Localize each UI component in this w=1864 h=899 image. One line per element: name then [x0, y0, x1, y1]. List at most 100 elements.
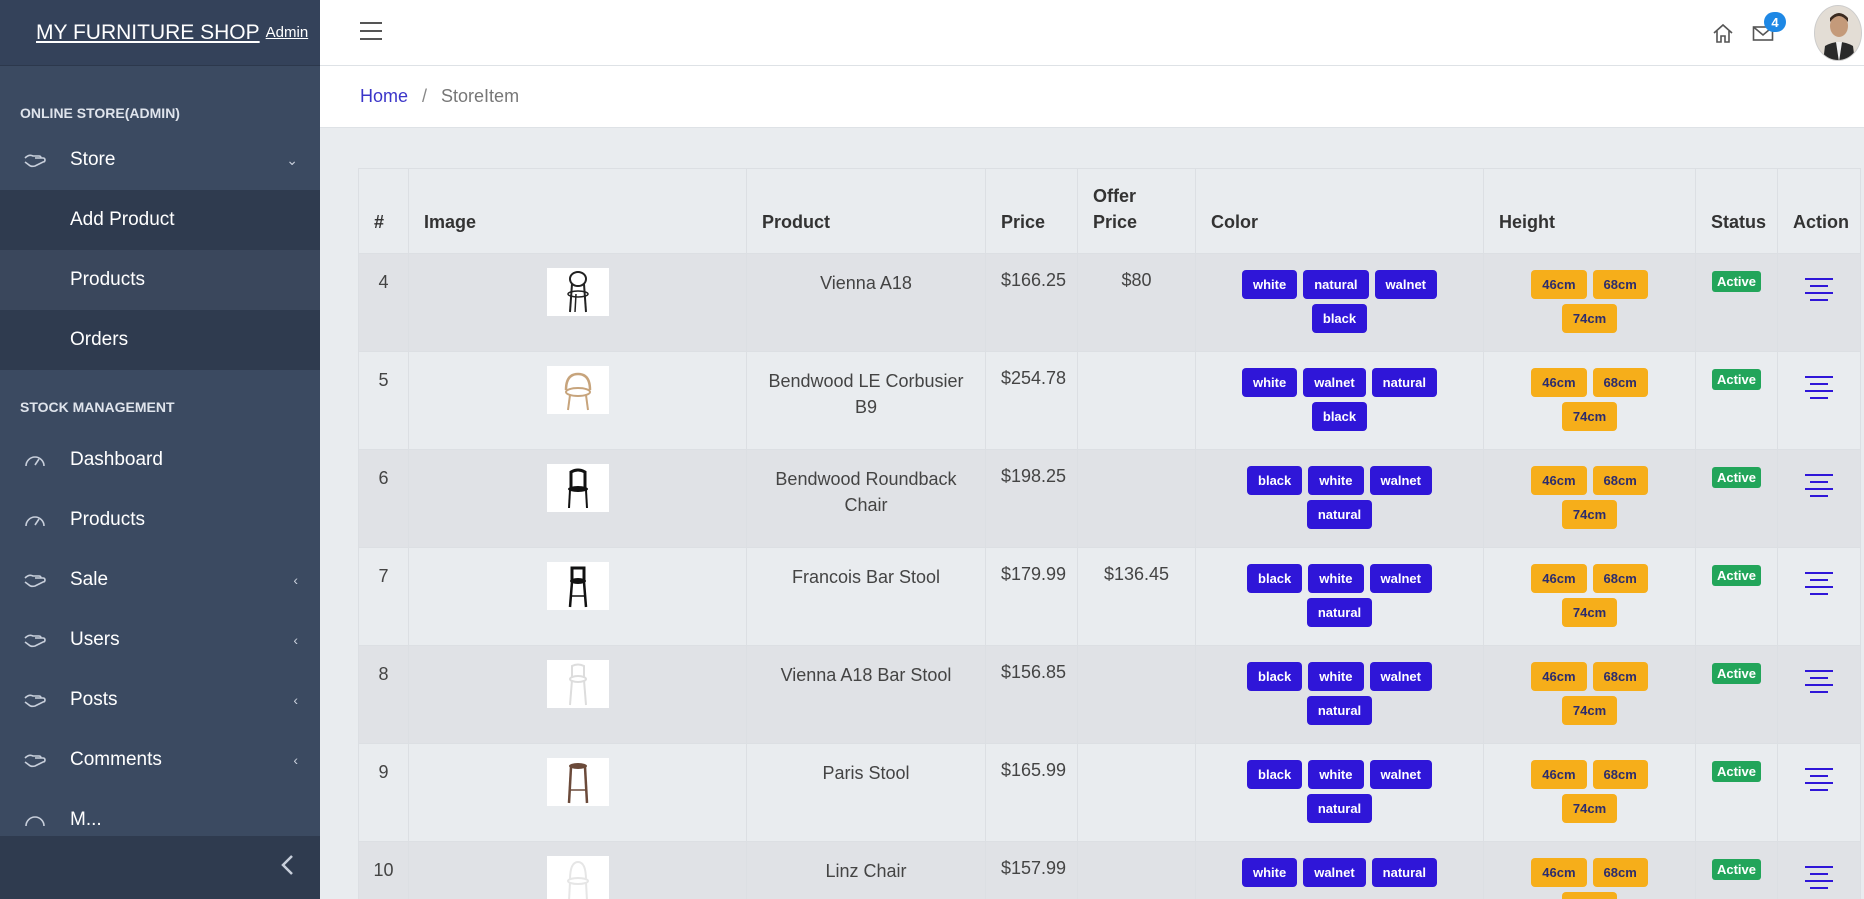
sidebar-subitem-orders[interactable]: Orders	[0, 310, 320, 370]
product-thumbnail[interactable]	[546, 464, 609, 512]
align-center-icon[interactable]	[1805, 376, 1833, 404]
cell-price: $198.25	[985, 449, 1078, 548]
product-thumbnail[interactable]	[546, 268, 609, 316]
height-tag: 68cm	[1592, 270, 1648, 299]
align-center-icon[interactable]	[1805, 768, 1833, 796]
sidebar-item-label: M...	[70, 809, 102, 830]
menu-toggle-icon[interactable]	[360, 22, 382, 42]
height-tag: 68cm	[1592, 564, 1648, 593]
admin-link[interactable]: Admin	[266, 24, 309, 41]
cell-height: 46cm68cm 74cm	[1483, 645, 1696, 744]
sidebar-subitem-products[interactable]: Products	[0, 250, 320, 310]
status-badge: Active	[1711, 467, 1762, 488]
sidebar-item-store[interactable]: Store ⌄	[0, 130, 320, 190]
color-tag: white	[1308, 466, 1364, 495]
brand-name-link[interactable]: MY FURNITURE SHOP	[36, 21, 260, 45]
color-tag: black	[1311, 304, 1368, 333]
cell-id: 4	[358, 253, 409, 352]
cell-status: Active	[1695, 547, 1778, 646]
sidebar: MY FURNITURE SHOP Admin ONLINE STORE(ADM…	[0, 0, 320, 899]
sidebar-item-products[interactable]: Products	[0, 490, 320, 550]
notification-badge: 4	[1764, 12, 1786, 32]
cell-product: Bendwood LE Corbusier B9	[746, 351, 986, 450]
product-thumbnail[interactable]	[546, 366, 609, 414]
col-header-status[interactable]: Status	[1695, 168, 1778, 254]
product-thumbnail[interactable]	[546, 562, 609, 610]
col-header-id[interactable]: #	[358, 168, 409, 254]
status-badge: Active	[1711, 859, 1762, 880]
color-tag: natural	[1371, 368, 1438, 397]
cell-offer-price	[1077, 743, 1196, 842]
cell-product: Vienna A18	[746, 253, 986, 352]
color-tag: white	[1241, 858, 1298, 887]
col-header-image[interactable]: Image	[408, 168, 747, 254]
cell-image	[408, 449, 747, 548]
col-header-height[interactable]: Height	[1483, 168, 1696, 254]
chevron-left-icon: ‹	[293, 752, 298, 768]
cell-product: Vienna A18 Bar Stool	[746, 645, 986, 744]
color-tag: walnet	[1303, 368, 1366, 397]
cell-price: $156.85	[985, 645, 1078, 744]
cell-color: white walnet natural black	[1195, 351, 1484, 450]
products-table: # Image Product Price Offer Price Color …	[358, 168, 1861, 899]
color-tag: black	[1247, 662, 1303, 691]
col-header-offer-price[interactable]: Offer Price	[1077, 168, 1196, 254]
cell-id: 9	[358, 743, 409, 842]
col-header-price[interactable]: Price	[985, 168, 1078, 254]
sidebar-item-comments[interactable]: Comments ‹	[0, 730, 320, 790]
sidebar-item-label: Sale	[70, 569, 109, 590]
sidebar-item-posts[interactable]: Posts ‹	[0, 670, 320, 730]
color-tag: natural	[1303, 270, 1369, 299]
align-center-icon[interactable]	[1805, 866, 1833, 894]
height-tag: 74cm	[1561, 794, 1618, 823]
home-icon[interactable]	[1712, 22, 1734, 49]
status-badge: Active	[1711, 663, 1762, 684]
cell-id: 8	[358, 645, 409, 744]
align-center-icon[interactable]	[1805, 670, 1833, 698]
sidebar-item-label: Posts	[70, 689, 118, 710]
color-tag: white	[1308, 662, 1364, 691]
color-tag: black	[1247, 466, 1303, 495]
cell-height: 46cm68cm 74cm	[1483, 841, 1696, 899]
color-tag: natural	[1306, 696, 1373, 725]
avatar[interactable]	[1814, 5, 1862, 61]
height-tag: 68cm	[1592, 466, 1648, 495]
cell-status: Active	[1695, 351, 1778, 450]
breadcrumb-home-link[interactable]: Home	[360, 86, 408, 107]
color-tag: black	[1247, 760, 1303, 789]
product-thumbnail[interactable]	[546, 856, 609, 899]
hand-icon	[22, 689, 48, 711]
sidebar-item-sale[interactable]: Sale ‹	[0, 550, 320, 610]
sidebar-item-users[interactable]: Users ‹	[0, 610, 320, 670]
product-thumbnail[interactable]	[546, 660, 609, 708]
sidebar-subitem-add-product[interactable]: Add Product	[0, 190, 320, 250]
col-header-color[interactable]: Color	[1195, 168, 1484, 254]
cell-id: 10	[358, 841, 409, 899]
sidebar-item-dashboard[interactable]: Dashboard	[0, 430, 320, 490]
table-row: 6 Bendwood Roundback Chair $198.25 black whi…	[358, 449, 1861, 548]
topbar: 4	[320, 0, 1864, 66]
col-header-product[interactable]: Product	[746, 168, 986, 254]
collapse-sidebar-icon[interactable]	[280, 854, 294, 881]
cell-offer-price	[1077, 645, 1196, 744]
cell-action	[1777, 645, 1861, 744]
cell-price: $165.99	[985, 743, 1078, 842]
align-center-icon[interactable]	[1805, 474, 1833, 502]
cell-height: 46cm68cm 74cm	[1483, 351, 1696, 450]
table-row: 5 Bendwood LE Corbusier B9 $254.78 white wal…	[358, 351, 1861, 450]
height-tag: 46cm	[1531, 564, 1587, 593]
table-row: 4 Vienna A18 $166.25 $80 white natural walnet b…	[358, 253, 1861, 352]
product-thumbnail[interactable]	[546, 758, 609, 806]
cell-action	[1777, 743, 1861, 842]
align-center-icon[interactable]	[1805, 278, 1833, 306]
chevron-left-icon: ‹	[293, 572, 298, 588]
cell-price: $254.78	[985, 351, 1078, 450]
color-tag: white	[1308, 564, 1364, 593]
align-center-icon[interactable]	[1805, 572, 1833, 600]
col-header-action[interactable]: Action	[1777, 168, 1861, 254]
height-tag: 74cm	[1561, 892, 1618, 899]
height-tag: 46cm	[1531, 270, 1587, 299]
cell-image	[408, 743, 747, 842]
brand: MY FURNITURE SHOP Admin	[0, 0, 320, 66]
color-tag: walnet	[1303, 858, 1366, 887]
